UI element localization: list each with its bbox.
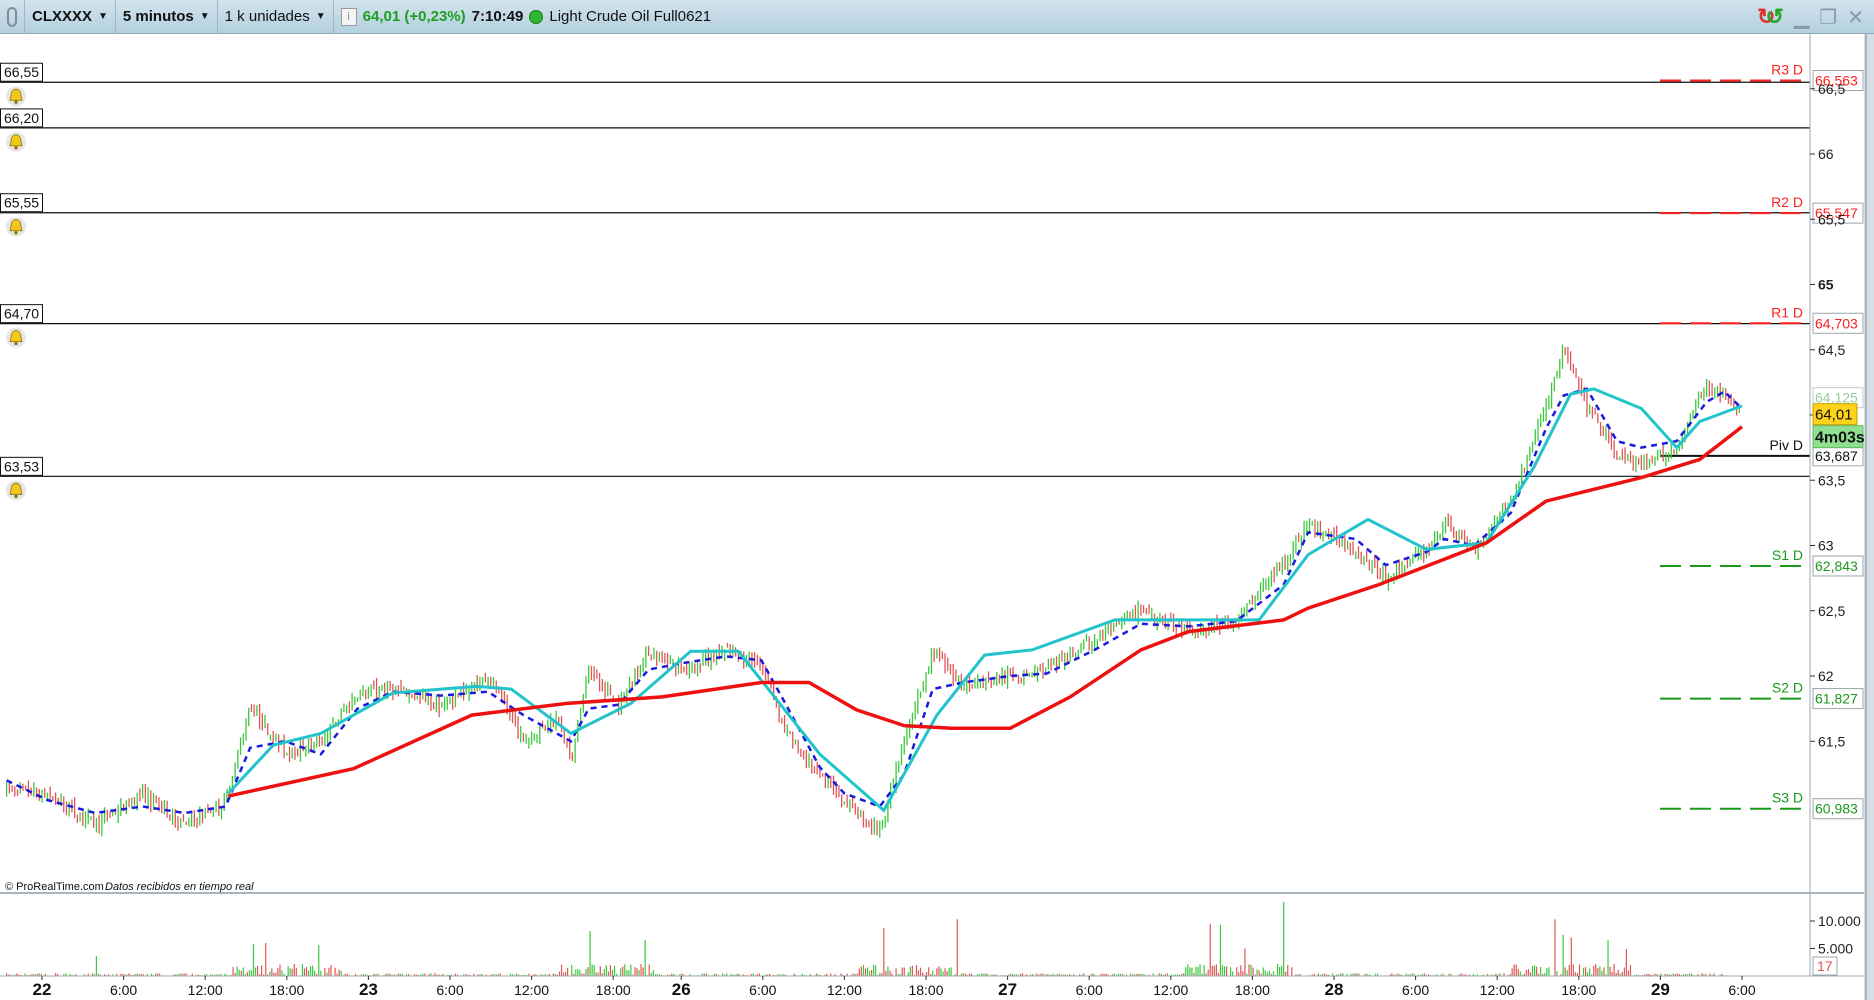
time-tick-label: 6:00 xyxy=(1728,982,1755,998)
units-label: 1 k unidades xyxy=(224,8,310,25)
time-tick-label: 6:00 xyxy=(1076,982,1103,998)
time-tick-label: 22 xyxy=(33,980,52,999)
copyright-text: © ProRealTime.com xyxy=(5,881,104,893)
pivot-value: 60,983 xyxy=(1815,801,1858,817)
alert-label: 65,55 xyxy=(4,195,39,211)
pivot-value: 64,703 xyxy=(1815,315,1858,331)
time-tick-label: 6:00 xyxy=(110,982,137,998)
last-update-time: 7:10:49 xyxy=(471,8,524,25)
time-tick-label: 26 xyxy=(672,980,691,999)
chevron-down-icon: ▼ xyxy=(315,11,326,22)
info-icon[interactable]: i xyxy=(340,7,357,26)
pivot-value: 61,827 xyxy=(1815,691,1858,707)
pivot-label: S2 D xyxy=(1772,680,1803,696)
time-tick-label: 23 xyxy=(359,980,378,999)
price-tick-label: 65,5 xyxy=(1818,211,1845,227)
bell-icon-clapper xyxy=(14,146,18,150)
price-tick-label: 61,5 xyxy=(1818,733,1845,749)
chevron-down-icon: ▼ xyxy=(98,11,108,22)
price-markers: 64,12564,014m03s xyxy=(1812,387,1865,449)
status-dot-icon xyxy=(529,9,544,24)
time-tick-label: 28 xyxy=(1325,980,1344,999)
alert-label: 66,20 xyxy=(4,110,39,126)
chevron-down-icon: ▼ xyxy=(199,11,210,22)
price-tick-label: 63,5 xyxy=(1818,472,1845,488)
time-tick-label: 18:00 xyxy=(269,982,304,998)
price-change: 64,01 (+0,23%) xyxy=(362,8,466,25)
volume-tick-label: 10.000 xyxy=(1818,913,1861,929)
current-price-label: 64,01 xyxy=(1815,407,1853,424)
time-tick-label: 6:00 xyxy=(1402,982,1429,998)
alert-label: 66,55 xyxy=(4,64,39,80)
timeframe-label: 5 minutos xyxy=(122,8,194,25)
time-tick-label: 29 xyxy=(1651,980,1670,999)
link-icon xyxy=(7,6,17,27)
price-tick-label: 62,5 xyxy=(1818,603,1845,619)
alert-label: 64,70 xyxy=(4,306,39,322)
price-chart[interactable]: 66,55 66,20 65,55 64,70 63,53 R3 D 66,5 63 R2 D… xyxy=(0,0,1874,1000)
pivot-value: 63,687 xyxy=(1815,448,1858,464)
pivot-value: 62,843 xyxy=(1815,558,1858,574)
instrument-info: i 64,01 (+0,23%) 7:10:49 Light Crude Oil… xyxy=(334,0,718,34)
time-tick-label: 18:00 xyxy=(1561,982,1596,998)
time-tick-label: 18:00 xyxy=(908,982,943,998)
pivot-label: R1 D xyxy=(1771,304,1803,320)
price-tick-label: 66,5 xyxy=(1818,81,1845,97)
pivot-label: Piv D xyxy=(1770,437,1803,453)
footer-copyright: © ProRealTime.com xyxy=(5,881,104,893)
countdown-label: 4m03s xyxy=(1815,430,1865,447)
volume-tick-label: 5.000 xyxy=(1818,941,1853,957)
time-tick-label: 6:00 xyxy=(749,982,776,998)
bell-icon[interactable] xyxy=(6,86,26,107)
time-tick-label: 12:00 xyxy=(188,982,223,998)
price-tick-label: 63 xyxy=(1818,538,1834,554)
restore-icon[interactable]: ❐ xyxy=(1819,5,1837,30)
units-selector[interactable]: 1 k unidades ▼ xyxy=(218,0,334,34)
volume-current-label: 17 xyxy=(1817,958,1833,974)
close-icon[interactable]: ✕ xyxy=(1847,5,1864,30)
pivot-label: S3 D xyxy=(1772,790,1803,806)
pivot-label: R2 D xyxy=(1771,194,1803,210)
symbol-label: CLXXXX xyxy=(32,8,93,25)
pivot-label: S1 D xyxy=(1772,547,1803,563)
time-tick-label: 18:00 xyxy=(596,982,631,998)
instrument-name: Light Crude Oil Full0621 xyxy=(549,8,712,25)
bell-icon-clapper xyxy=(14,231,18,235)
price-tick-label: 65 xyxy=(1818,277,1834,293)
time-tick-label: 12:00 xyxy=(1153,982,1188,998)
price-tick-label: 64,5 xyxy=(1818,342,1845,358)
bell-icon[interactable] xyxy=(6,216,26,237)
link-button[interactable] xyxy=(0,0,25,34)
bell-icon-clapper xyxy=(14,100,18,104)
pivot-label: R3 D xyxy=(1771,62,1803,78)
chart-background xyxy=(0,0,1874,1000)
refresh-icon[interactable]: ↻↺ xyxy=(1757,4,1784,30)
window-controls: ↻↺ ▁ ❐ ✕ xyxy=(1757,0,1864,34)
bell-icon-clapper xyxy=(14,342,18,346)
time-tick-label: 12:00 xyxy=(514,982,549,998)
bell-icon-clapper xyxy=(14,494,18,498)
price-tick-label: 66 xyxy=(1818,146,1834,162)
price-tick-label: 62 xyxy=(1818,668,1834,684)
timeframe-selector[interactable]: 5 minutos ▼ xyxy=(116,0,218,34)
bell-icon[interactable] xyxy=(6,480,26,501)
alert-label: 63,53 xyxy=(4,458,39,474)
time-tick-label: 12:00 xyxy=(1480,982,1515,998)
time-tick-label: 6:00 xyxy=(436,982,463,998)
minimize-icon[interactable]: ▁ xyxy=(1794,5,1809,30)
time-tick-label: 18:00 xyxy=(1235,982,1270,998)
time-tick-label: 12:00 xyxy=(827,982,862,998)
footer-realtime: Datos recibidos en tiempo real xyxy=(105,881,254,893)
symbol-selector[interactable]: CLXXXX ▼ xyxy=(25,0,116,34)
bell-icon[interactable] xyxy=(6,131,26,152)
time-tick-label: 27 xyxy=(998,980,1017,999)
bell-icon[interactable] xyxy=(6,327,26,348)
chart-toolbar: CLXXXX ▼ 5 minutos ▼ 1 k unidades ▼ i 64… xyxy=(0,0,1874,34)
